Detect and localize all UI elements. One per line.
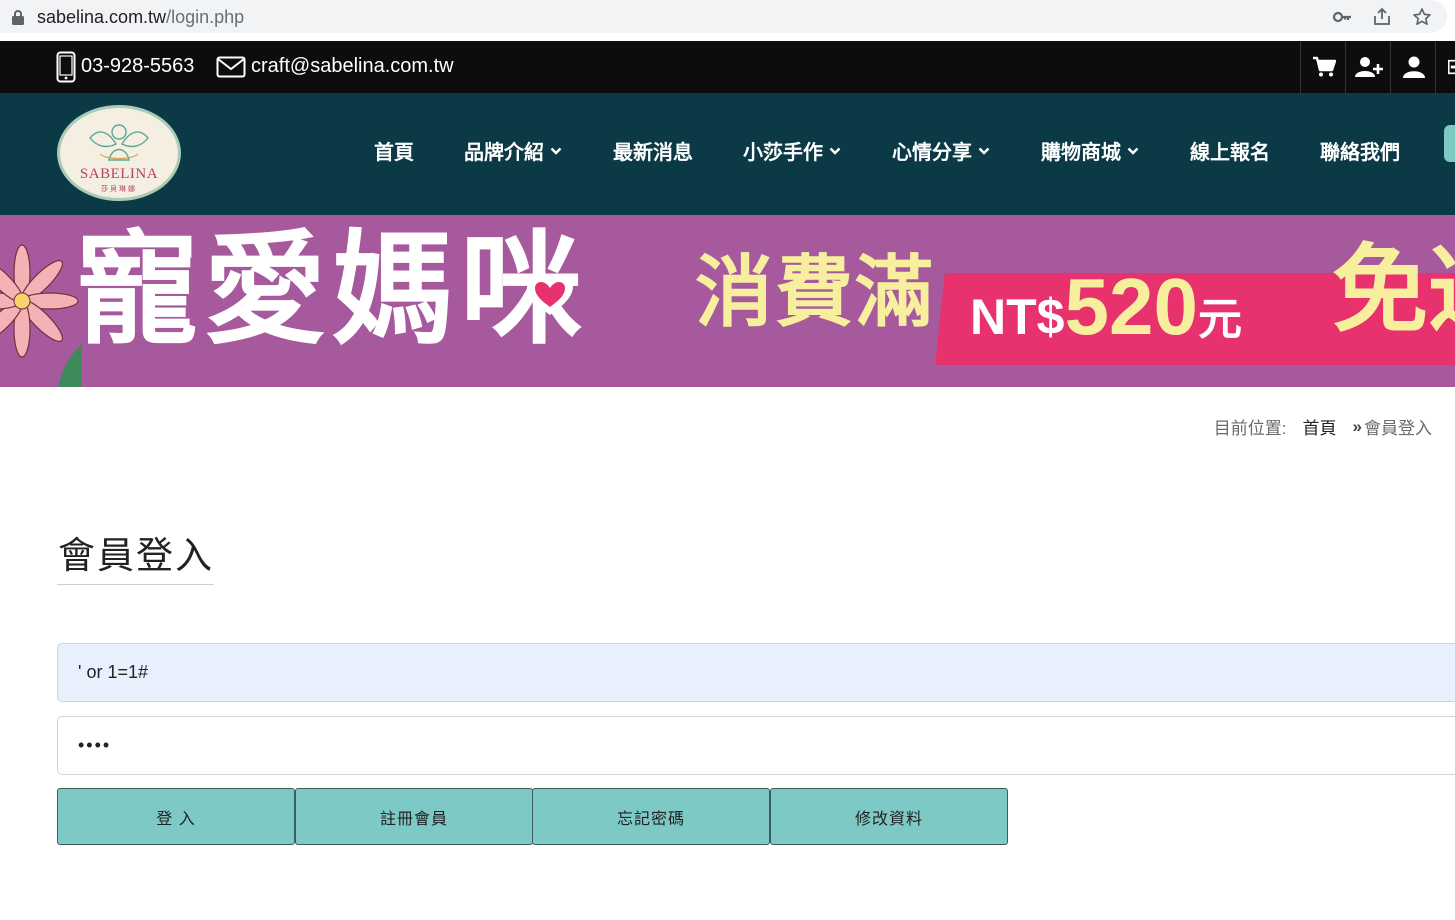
chevron-down-icon xyxy=(829,147,841,155)
account-input[interactable] xyxy=(57,643,1455,702)
url-path: /login.php xyxy=(166,7,245,27)
edit-profile-button[interactable]: 修改資料 xyxy=(770,788,1008,845)
forgot-password-button[interactable]: 忘記密碼 xyxy=(532,788,770,845)
add-user-icon xyxy=(1354,57,1383,77)
envelope-icon xyxy=(216,56,246,78)
share-icon[interactable] xyxy=(1372,7,1392,27)
nav-label: 線上報名 xyxy=(1190,142,1270,164)
sabelina-logo[interactable]: SABELINA 莎貝琳娜 xyxy=(57,105,181,201)
heart-icon xyxy=(527,275,573,315)
flower-decoration-icon xyxy=(0,244,82,387)
breadcrumb-prefix: 目前位置: xyxy=(1213,419,1287,438)
nav-item-sharing[interactable]: 心情分享 xyxy=(892,136,990,165)
nav-item-home[interactable]: 首頁 xyxy=(374,136,414,165)
nav-item-news[interactable]: 最新消息 xyxy=(613,136,693,165)
address-pill[interactable]: sabelina.com.tw/login.php xyxy=(0,0,1447,33)
nav-item-handmade[interactable]: 小莎手作 xyxy=(743,136,841,165)
nav-label: 首頁 xyxy=(374,142,414,164)
double-chevron-right-icon: » xyxy=(1352,416,1362,436)
banner-condition: 消費滿 xyxy=(695,248,936,336)
logo-text: SABELINA xyxy=(79,166,159,182)
nav-item-shop[interactable]: 購物商城 xyxy=(1041,136,1139,165)
page-title: 會員登入 xyxy=(58,535,214,576)
nav-label: 小莎手作 xyxy=(743,142,823,164)
chevron-down-icon xyxy=(1127,147,1139,155)
member-button[interactable] xyxy=(1390,41,1436,93)
nav-item-brand[interactable]: 品牌介紹 xyxy=(464,136,562,165)
cart-button[interactable] xyxy=(1300,41,1346,93)
promo-banner[interactable]: 寵愛媽咪 消費滿 NT$520元 免運 xyxy=(0,215,1455,387)
banner-unit: 元 xyxy=(1197,295,1242,344)
user-icon xyxy=(1402,56,1425,78)
signin-button[interactable] xyxy=(1435,41,1455,93)
main-navbar: SABELINA 莎貝琳娜 首頁 品牌介紹 最新消息 小莎手作 心情分享 購物商… xyxy=(0,93,1455,215)
nav-label: 購物商城 xyxy=(1041,142,1121,164)
phone-number[interactable]: 03-928-5563 xyxy=(81,55,194,78)
breadcrumb: 目前位置: 首頁 » 會員登入 xyxy=(1214,414,1432,439)
banner-offer: 免運 xyxy=(1332,237,1455,344)
register-user-button[interactable] xyxy=(1345,41,1391,93)
chevron-down-icon xyxy=(550,147,562,155)
top-contact-bar: 03-928-5563 craft@sabelina.com.tw xyxy=(0,41,1455,93)
star-icon[interactable] xyxy=(1412,7,1432,27)
nav-label: 品牌介紹 xyxy=(464,142,544,164)
nav-label: 心情分享 xyxy=(892,142,972,164)
url-domain: sabelina.com.tw xyxy=(37,7,167,27)
signin-icon xyxy=(1448,59,1455,75)
banner-currency: NT$ xyxy=(970,289,1065,345)
register-button[interactable]: 註冊會員 xyxy=(295,788,533,845)
breadcrumb-current: 會員登入 xyxy=(1364,419,1432,438)
lock-icon[interactable] xyxy=(11,9,25,25)
banner-headline: 寵愛媽咪 xyxy=(76,219,588,361)
chevron-down-icon xyxy=(978,147,990,155)
nav-label: 聯絡我們 xyxy=(1320,142,1400,164)
banner-amount: 520 xyxy=(1064,262,1198,351)
login-button[interactable]: 登 入 xyxy=(57,788,295,845)
nav-label: 最新消息 xyxy=(613,142,693,164)
mobile-phone-icon xyxy=(56,51,76,83)
browser-address-bar: sabelina.com.tw/login.php xyxy=(0,0,1455,36)
title-underline xyxy=(57,584,214,585)
search-toggle-button[interactable] xyxy=(1444,125,1455,162)
banner-price: NT$520元 xyxy=(970,267,1242,347)
nav-item-signup[interactable]: 線上報名 xyxy=(1190,136,1270,165)
logo-subtext: 莎貝琳娜 xyxy=(101,186,137,193)
password-input[interactable] xyxy=(57,716,1455,775)
breadcrumb-home-link[interactable]: 首頁 xyxy=(1303,414,1337,439)
nav-item-contact[interactable]: 聯絡我們 xyxy=(1320,136,1400,165)
email-address[interactable]: craft@sabelina.com.tw xyxy=(251,55,454,78)
key-icon[interactable] xyxy=(1332,7,1352,27)
cart-icon xyxy=(1312,56,1336,77)
url-text[interactable]: sabelina.com.tw/login.php xyxy=(37,7,244,28)
